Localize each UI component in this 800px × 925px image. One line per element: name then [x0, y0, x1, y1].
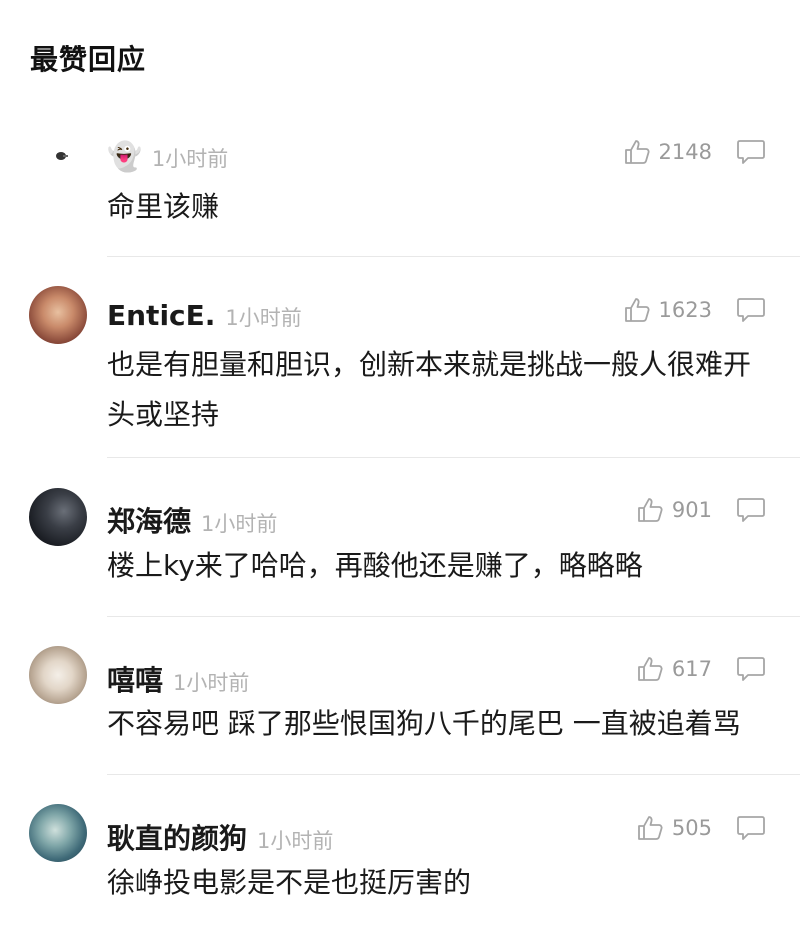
username[interactable]: 👻: [107, 140, 142, 173]
comment-text: 徐峥投电影是不是也挺厉害的: [107, 866, 472, 899]
like-count: 2148: [658, 140, 712, 164]
like-count: 1623: [658, 298, 712, 322]
thumbs-up-icon: [623, 138, 651, 166]
username[interactable]: 郑海德: [107, 500, 191, 540]
comment-header: 郑海德 1小时前: [107, 500, 277, 540]
comment-header: 耿直的颜狗 1小时前: [107, 817, 333, 857]
comment-text: 楼上ky来了哈哈，再酸他还是赚了，略略略: [107, 549, 643, 582]
avatar[interactable]: [29, 286, 87, 344]
thumbs-up-icon: [636, 655, 664, 683]
reply-icon[interactable]: [736, 497, 766, 523]
thumbs-up-icon: [636, 814, 664, 842]
avatar[interactable]: [56, 152, 68, 160]
divider: [107, 774, 800, 775]
comment-header: 嘻嘻 1小时前: [107, 659, 249, 699]
comment-text: 也是有胆量和胆识，创新本来就是挑战一般人很难开头或坚持: [107, 348, 752, 431]
username[interactable]: EnticE.: [107, 299, 215, 332]
timestamp: 1小时前: [201, 512, 278, 536]
like-button[interactable]: 2148: [623, 138, 712, 166]
like-button[interactable]: 901: [636, 496, 712, 524]
comment-actions: 505: [636, 814, 766, 842]
timestamp: 1小时前: [225, 306, 302, 330]
section-title: 最赞回应: [30, 43, 147, 76]
comment-header: EnticE. 1小时前: [107, 299, 302, 332]
like-count: 901: [671, 498, 712, 522]
like-count: 505: [671, 816, 712, 840]
timestamp: 1小时前: [257, 829, 334, 853]
comment-actions: 1623: [623, 296, 766, 324]
comment-actions: 901: [636, 496, 766, 524]
timestamp: 1小时前: [151, 147, 229, 171]
comment-actions: 617: [636, 655, 766, 683]
reply-icon[interactable]: [736, 656, 766, 682]
timestamp: 1小时前: [173, 671, 250, 695]
like-button[interactable]: 505: [636, 814, 712, 842]
comment-actions: 2148: [623, 138, 766, 166]
reply-icon[interactable]: [736, 139, 766, 165]
avatar[interactable]: [29, 488, 87, 546]
like-button[interactable]: 1623: [623, 296, 712, 324]
thumbs-up-icon: [636, 496, 664, 524]
avatar[interactable]: [29, 646, 87, 704]
divider: [107, 616, 800, 617]
username[interactable]: 嘻嘻: [107, 659, 163, 699]
comment-text: 不容易吧 踩了那些恨国狗八千的尾巴 一直被追着骂: [107, 707, 741, 740]
reply-icon[interactable]: [736, 297, 766, 323]
comment-text: 命里该赚: [107, 190, 220, 223]
divider: [107, 457, 800, 458]
reply-icon[interactable]: [736, 815, 766, 841]
divider: [107, 256, 800, 257]
thumbs-up-icon: [623, 296, 651, 324]
like-count: 617: [671, 657, 712, 681]
comment-header: 👻 1小时前: [107, 140, 228, 173]
avatar[interactable]: [29, 804, 87, 862]
like-button[interactable]: 617: [636, 655, 712, 683]
username[interactable]: 耿直的颜狗: [107, 817, 247, 857]
